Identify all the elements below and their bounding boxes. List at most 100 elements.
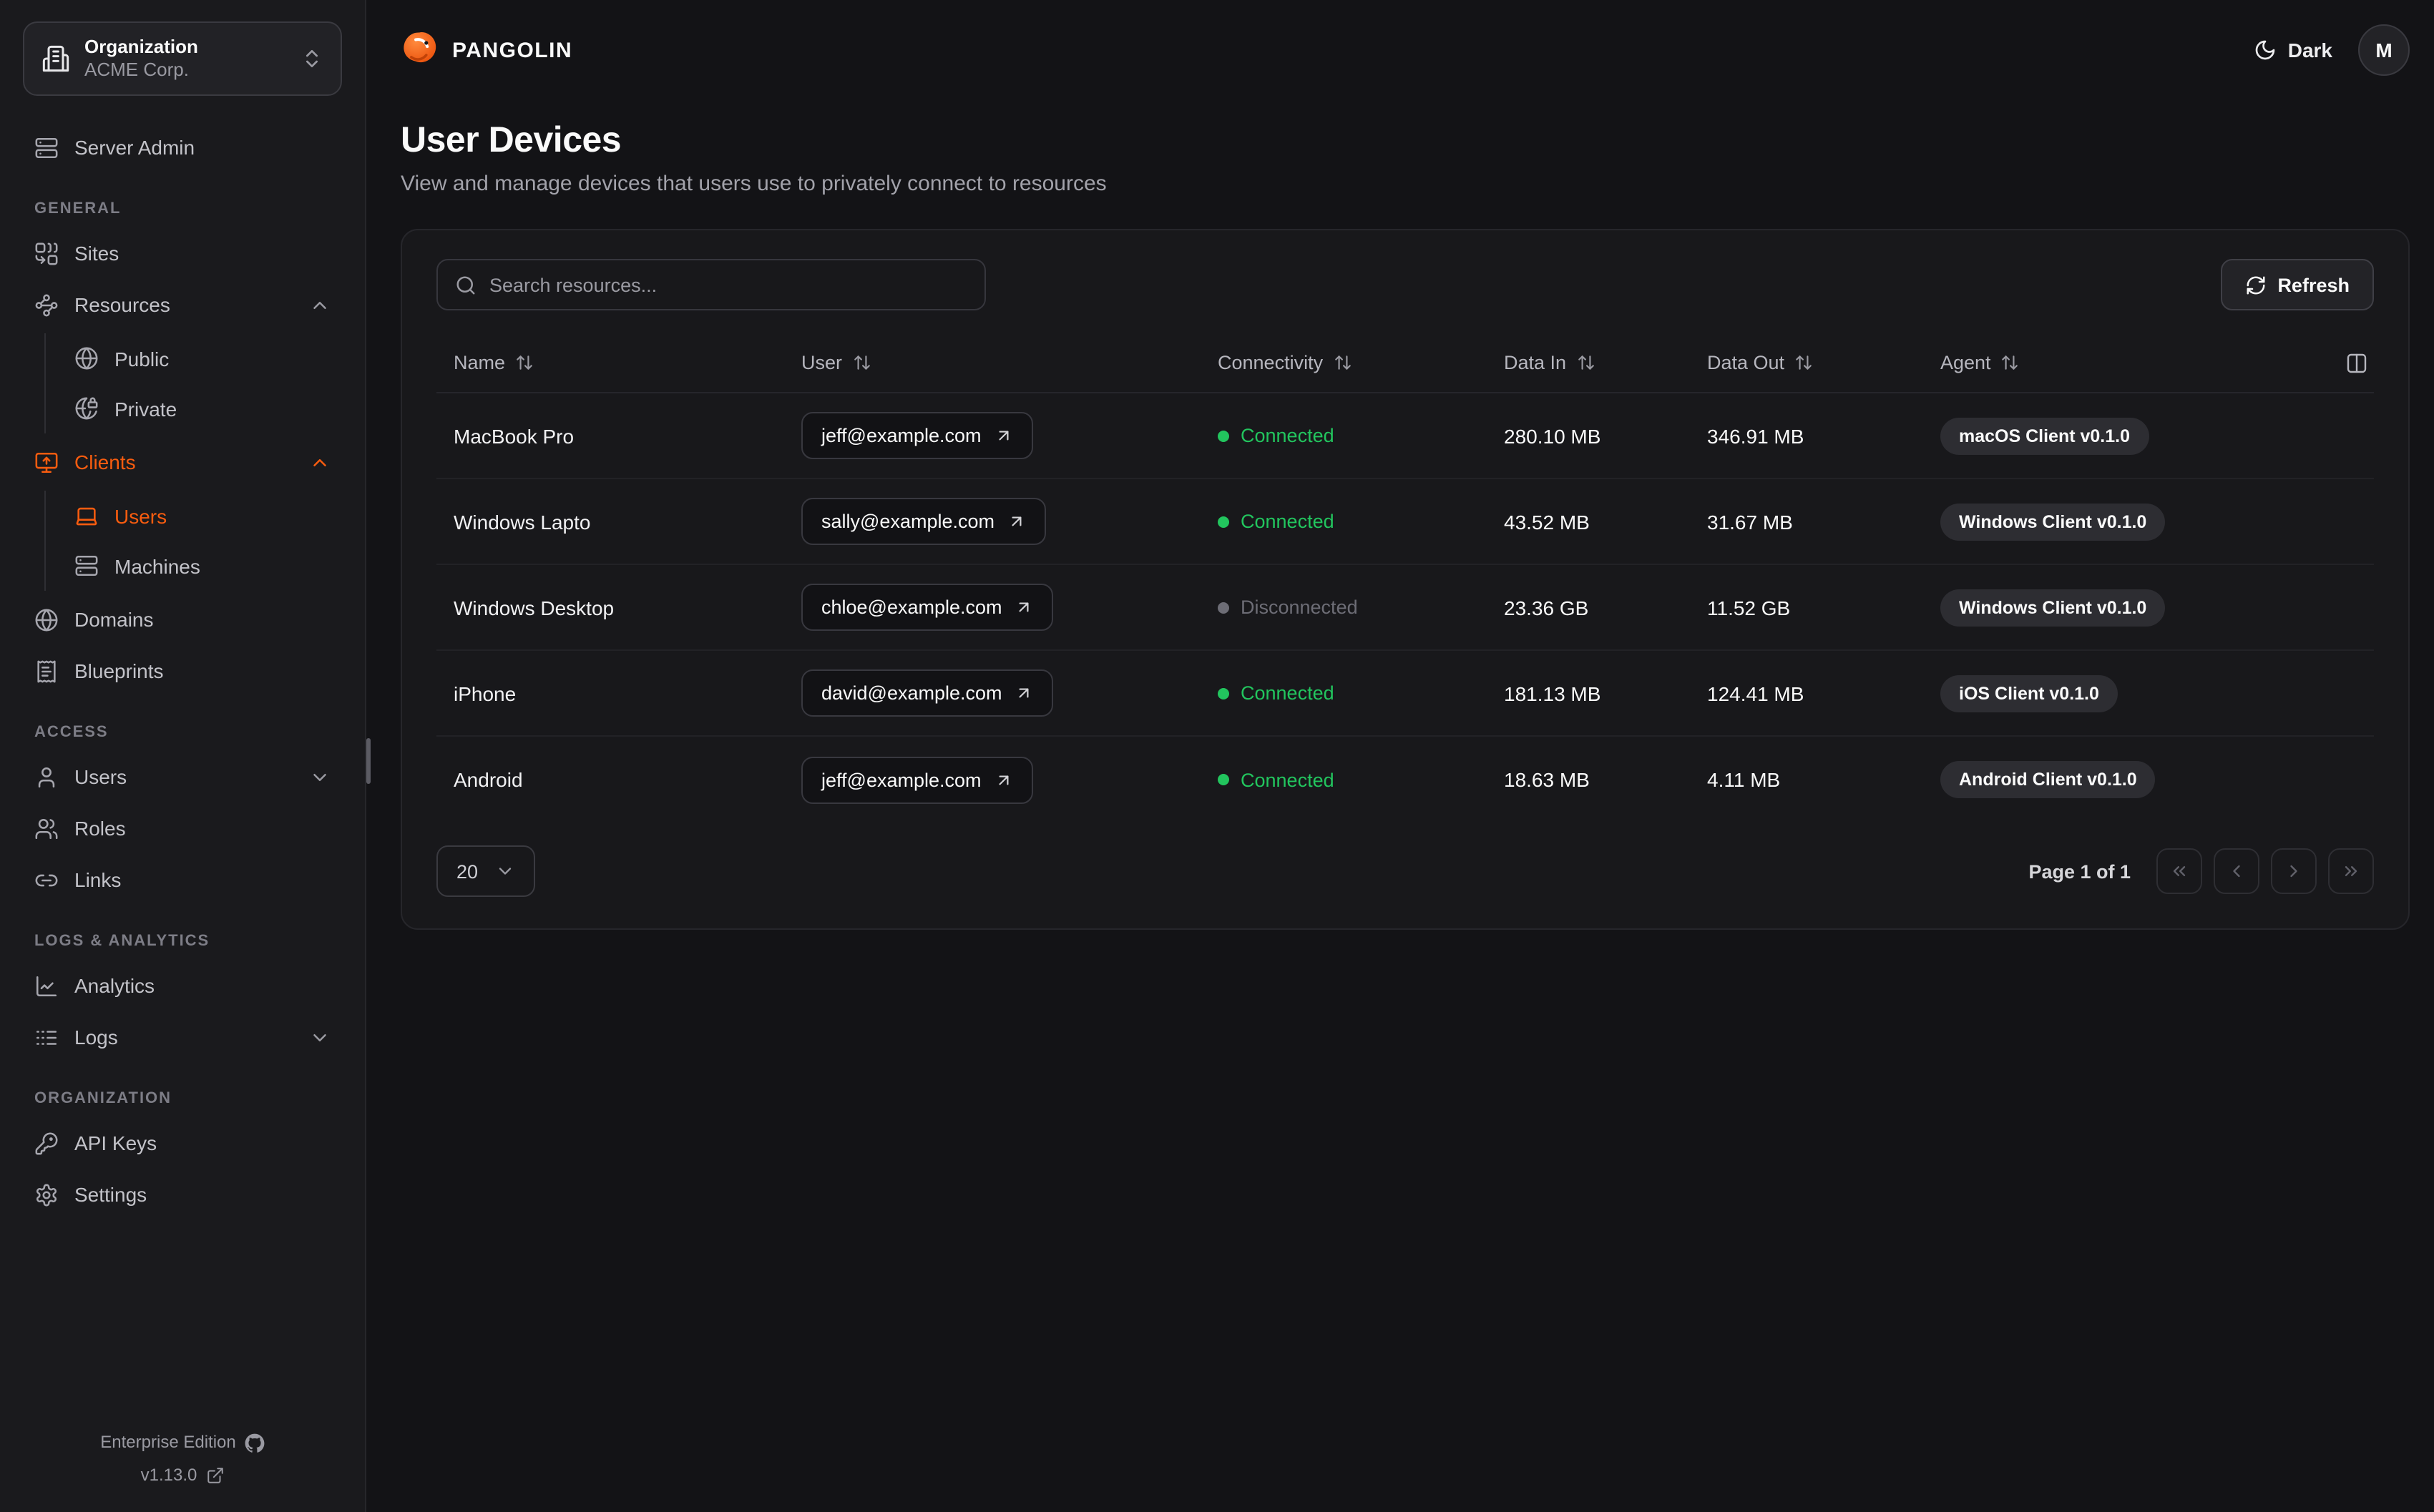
brand[interactable]: PANGOLIN (399, 30, 572, 70)
sidebar-item-users[interactable]: Users (23, 751, 342, 802)
device-name: iPhone (454, 682, 517, 705)
sidebar-item-machines[interactable]: Machines (63, 541, 342, 591)
app-window: Organization ACME Corp. Server Admin GEN… (0, 0, 2434, 1512)
sidebar-item-public[interactable]: Public (63, 333, 342, 383)
page-size-select[interactable]: 20 (436, 845, 536, 897)
search-icon (455, 274, 476, 295)
connectivity-status: Connected (1201, 769, 1487, 790)
sort-icon (1796, 355, 1812, 370)
column-header-name[interactable]: Name (436, 352, 784, 373)
column-label: Agent (1940, 352, 1991, 373)
sidebar-item-settings[interactable]: Settings (23, 1169, 342, 1220)
github-icon[interactable] (245, 1433, 265, 1453)
sidebar-footer: Enterprise Edition v1.13.0 (23, 1427, 342, 1492)
user-link-button[interactable]: david@example.com (801, 669, 1054, 717)
sidebar-item-resources[interactable]: Resources (23, 279, 342, 330)
sidebar: Organization ACME Corp. Server Admin GEN… (0, 0, 371, 1512)
sites-icon (34, 241, 59, 265)
columns-icon (2347, 353, 2367, 373)
main-content: PANGOLIN Dark M User Devices View and ma… (366, 0, 2434, 1512)
globe-icon (74, 346, 99, 370)
data-in-value: 23.36 GB (1504, 596, 1589, 619)
sidebar-item-label: Server Admin (74, 136, 195, 159)
column-header-data-out[interactable]: Data Out (1690, 352, 1923, 373)
sidebar-item-private[interactable]: Private (63, 383, 342, 433)
sidebar-item-blueprints[interactable]: Blueprints (23, 645, 342, 697)
user-email: jeff@example.com (821, 425, 982, 446)
sidebar-item-label: Logs (74, 1026, 118, 1049)
status-dot-icon (1218, 774, 1229, 785)
avatar[interactable]: M (2358, 24, 2410, 76)
link-icon (34, 868, 59, 892)
sidebar-item-domains[interactable]: Domains (23, 594, 342, 645)
first-page-button[interactable] (2156, 848, 2202, 894)
agent-badge: macOS Client v0.1.0 (1940, 417, 2149, 454)
connectivity-label: Disconnected (1241, 597, 1358, 618)
sidebar-item-api-keys[interactable]: API Keys (23, 1117, 342, 1169)
avatar-initial: M (2375, 39, 2393, 62)
page-subtitle: View and manage devices that users use t… (401, 172, 1107, 196)
search-box (436, 259, 986, 310)
user-email: sally@example.com (821, 511, 994, 532)
chevrons-right-icon (2345, 866, 2357, 876)
data-out-value: 346.91 MB (1707, 424, 1804, 447)
next-page-button[interactable] (2271, 848, 2317, 894)
moon-icon (2254, 39, 2277, 62)
theme-toggle[interactable]: Dark (2254, 39, 2332, 62)
user-link-button[interactable]: jeff@example.com (801, 412, 1033, 459)
pangolin-logo-icon (399, 30, 439, 70)
table-row: Windows Desktop chloe@example.com Discon… (436, 565, 2374, 651)
sidebar-item-sites[interactable]: Sites (23, 227, 342, 279)
sidebar-scrollbar-thumb[interactable] (366, 738, 371, 784)
sidebar-item-label: Machines (114, 554, 200, 577)
user-link-button[interactable]: chloe@example.com (801, 584, 1054, 631)
sidebar-item-links[interactable]: Links (23, 854, 342, 905)
agent-badge: iOS Client v0.1.0 (1940, 674, 2118, 712)
user-link-button[interactable]: jeff@example.com (801, 756, 1033, 803)
sidebar-item-roles[interactable]: Roles (23, 802, 342, 854)
sidebar-item-label: Clients (74, 451, 136, 473)
version-label: v1.13.0 (140, 1465, 197, 1486)
sidebar-item-logs[interactable]: Logs (23, 1011, 342, 1063)
sidebar-item-label: Private (114, 397, 177, 420)
org-selector[interactable]: Organization ACME Corp. (23, 21, 342, 96)
logs-icon (34, 1025, 59, 1049)
sidebar-item-client-users[interactable]: Users (63, 491, 342, 541)
server-icon (34, 135, 59, 159)
sidebar-item-label: Users (114, 504, 167, 527)
column-header-agent[interactable]: Agent (1923, 352, 2310, 373)
data-in-value: 280.10 MB (1504, 424, 1601, 447)
column-settings-button[interactable] (2310, 351, 2374, 374)
last-page-button[interactable] (2328, 848, 2374, 894)
section-label-organization: ORGANIZATION (34, 1090, 172, 1107)
edition-label: Enterprise Edition (100, 1432, 236, 1453)
device-name: Windows Lapto (454, 510, 591, 533)
column-header-data-in[interactable]: Data In (1487, 352, 1690, 373)
sort-icon (1578, 355, 1593, 370)
external-link-icon[interactable] (205, 1466, 224, 1485)
section-label-general: GENERAL (34, 200, 122, 217)
refresh-button[interactable]: Refresh (2220, 259, 2374, 310)
table-header-row: Name User Connectivity Data In Data Out … (436, 333, 2374, 393)
sidebar-item-server-admin[interactable]: Server Admin (23, 122, 342, 173)
sidebar-item-label: Public (114, 347, 170, 370)
connectivity-status: Connected (1201, 425, 1487, 446)
globe-icon (34, 607, 59, 632)
monitor-up-icon (34, 450, 59, 474)
theme-label: Dark (2287, 39, 2332, 62)
pagination-controls: Page 1 of 1 (2028, 848, 2374, 894)
gear-icon (34, 1182, 59, 1207)
column-header-connectivity[interactable]: Connectivity (1201, 352, 1487, 373)
search-input[interactable] (489, 274, 967, 295)
arrow-up-right-icon (1007, 512, 1026, 531)
previous-page-button[interactable] (2214, 848, 2259, 894)
user-link-button[interactable]: sally@example.com (801, 498, 1046, 545)
column-header-user[interactable]: User (784, 352, 1201, 373)
connectivity-label: Connected (1241, 511, 1334, 532)
resources-subgroup: Public Private (44, 333, 342, 433)
sidebar-item-analytics[interactable]: Analytics (23, 960, 342, 1011)
sidebar-item-clients[interactable]: Clients (23, 436, 342, 488)
page-title: User Devices (401, 120, 622, 160)
globe-lock-icon (74, 396, 99, 421)
table-row: Windows Lapto sally@example.com Connecte… (436, 479, 2374, 565)
